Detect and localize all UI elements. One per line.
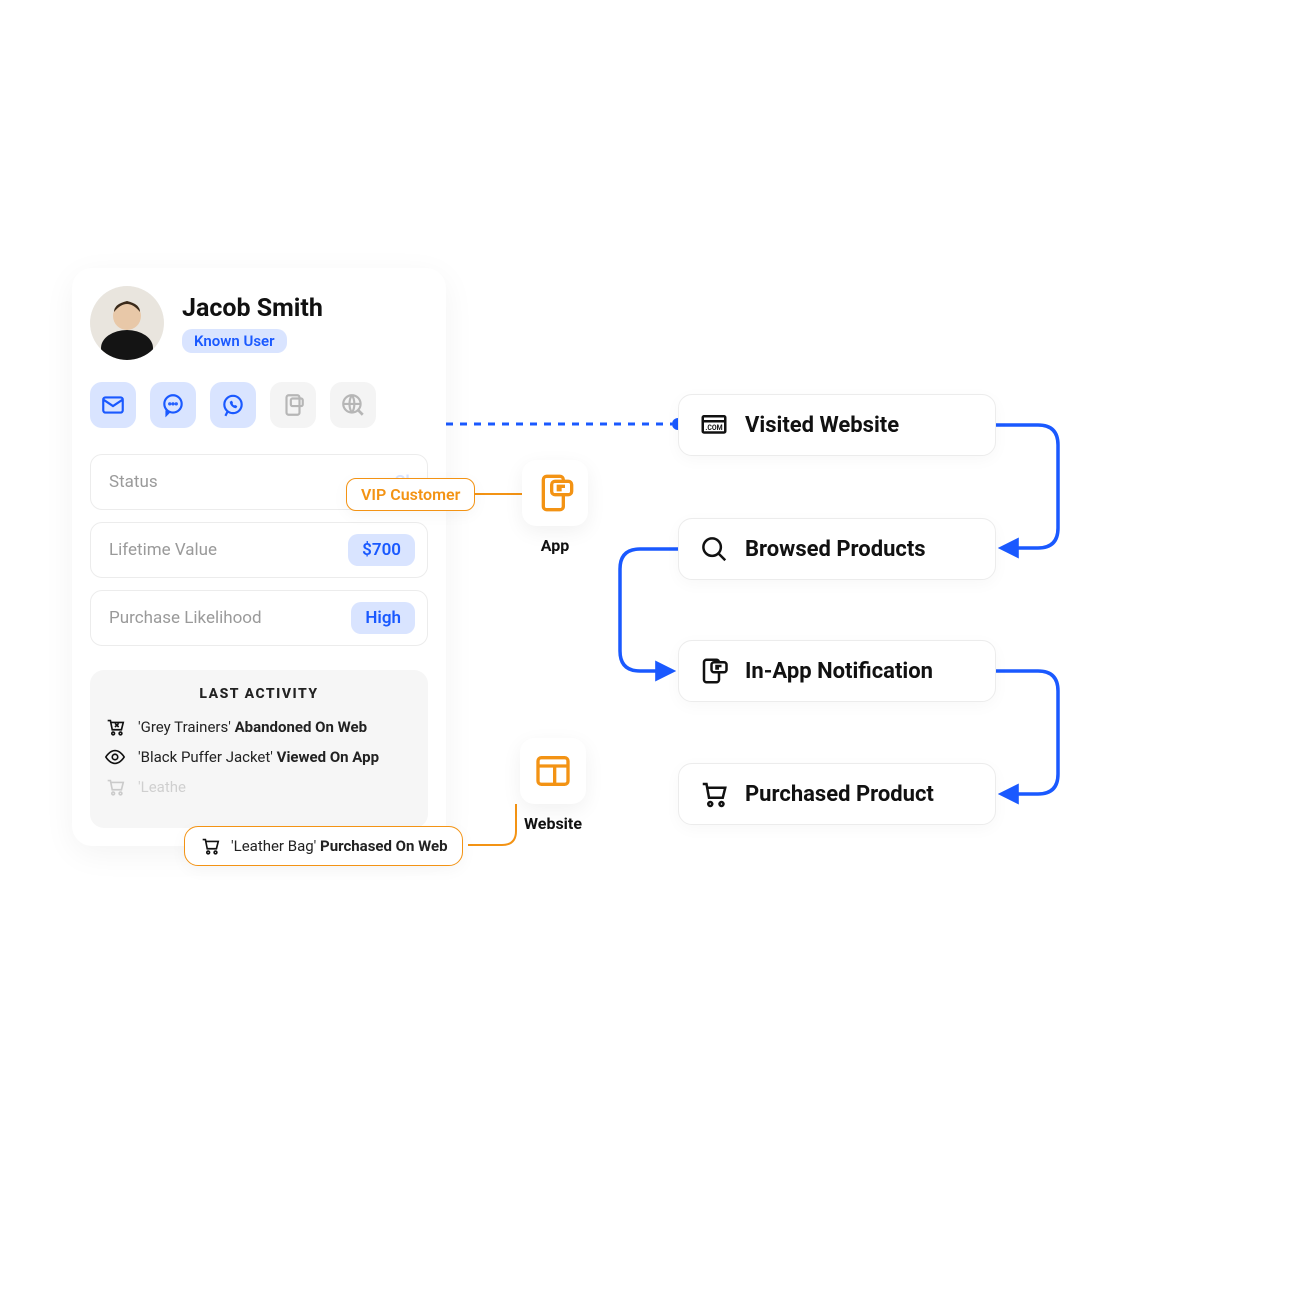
search-icon: [699, 534, 729, 564]
chat-icon[interactable]: [150, 382, 196, 428]
web-icon[interactable]: [330, 382, 376, 428]
step-label: Visited Website: [745, 413, 899, 438]
stat-lifetime: Lifetime Value $700: [90, 522, 428, 578]
purchase-callout: 'Leather Bag' Purchased On Web: [184, 826, 463, 866]
activity-row: 'Grey Trainers' Abandoned On Web: [104, 716, 414, 738]
cart-x-icon: [104, 716, 126, 738]
activity-panel: LAST ACTIVITY 'Grey Trainers' Abandoned …: [90, 670, 428, 828]
app-source-icon: [522, 460, 588, 526]
step-label: Browsed Products: [745, 537, 926, 562]
cart-icon: [699, 779, 729, 809]
profile-name: Jacob Smith: [182, 294, 323, 323]
activity-row: 'Black Puffer Jacket' Viewed On App: [104, 746, 414, 768]
vip-callout: VIP Customer: [346, 478, 475, 511]
source-app-label: App: [516, 536, 594, 555]
activity-title: LAST ACTIVITY: [104, 686, 414, 702]
activity-row: 'Leathe: [104, 776, 414, 798]
source-web: Website: [514, 738, 592, 833]
purchase-value: High: [351, 602, 415, 634]
svg-text:.COM: .COM: [705, 424, 722, 432]
channel-row: [90, 382, 428, 428]
eye-icon: [104, 746, 126, 768]
step-browsed-products: Browsed Products: [678, 518, 996, 580]
purchase-label: Purchase Likelihood: [109, 608, 262, 628]
cart-icon: [199, 835, 221, 857]
source-web-label: Website: [514, 814, 592, 833]
profile-card: Jacob Smith Known User Status Ch Lifetim…: [72, 268, 446, 846]
cart-icon: [104, 776, 126, 798]
source-app: App: [516, 460, 594, 555]
step-label: In-App Notification: [745, 659, 933, 684]
avatar: [90, 286, 164, 360]
stat-purchase: Purchase Likelihood High: [90, 590, 428, 646]
website-icon: .COM: [699, 410, 729, 440]
step-purchased-product: Purchased Product: [678, 763, 996, 825]
lifetime-value: $700: [348, 534, 415, 566]
email-icon[interactable]: [90, 382, 136, 428]
step-label: Purchased Product: [745, 782, 934, 807]
web-source-icon: [520, 738, 586, 804]
step-inapp-notification: In-App Notification: [678, 640, 996, 702]
lifetime-label: Lifetime Value: [109, 540, 217, 560]
user-type-badge: Known User: [182, 329, 287, 353]
inapp-notification-icon: [699, 656, 729, 686]
inapp-icon[interactable]: [270, 382, 316, 428]
step-visited-website: .COM Visited Website: [678, 394, 996, 456]
whatsapp-icon[interactable]: [210, 382, 256, 428]
status-label: Status: [109, 472, 158, 492]
